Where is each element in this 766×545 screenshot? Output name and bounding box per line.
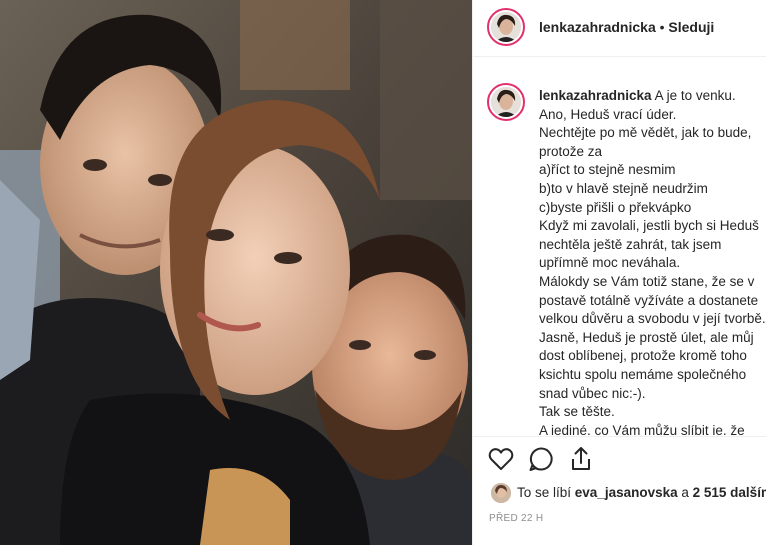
likes-count[interactable]: 2 515 dalším (693, 485, 766, 500)
post-actions: To se líbí eva_jasanovska a 2 515 dalším… (473, 436, 766, 545)
avatar-image (491, 12, 521, 42)
caption-line-text: A je to venku. (654, 88, 736, 103)
caption-line: a)říct to stejně nesmim (539, 162, 676, 178)
heart-icon[interactable] (487, 445, 515, 473)
caption-line: Tak se těšte. (539, 404, 615, 420)
caption-line: b)to v hlavě stejně neudržim (539, 180, 708, 196)
header-line: lenkazahradnicka • Sleduji (539, 19, 714, 35)
caption-line: Nechtějte po mě vědět, jak to bude, (539, 125, 752, 141)
likes-text: To se líbí eva_jasanovska a 2 515 dalším (517, 485, 766, 500)
post-sidebar: lenkazahradnicka • Sleduji lenkazahradni… (472, 0, 766, 545)
author-avatar[interactable] (487, 8, 525, 46)
caption-line: velkou důvěru a svobodu v její tvorbě. (539, 311, 766, 327)
caption-line: Jasně, Heduš je prostě úlet, ale můj (539, 329, 754, 345)
following-button[interactable]: Sleduji (668, 19, 714, 35)
avatar-image (491, 87, 521, 117)
share-icon[interactable] (567, 445, 595, 473)
caption-line: A jediné, co Vám můžu slíbit je, že (539, 422, 745, 435)
caption-line: protože za (539, 143, 603, 159)
caption-line: snad vůbec nic:-). (539, 385, 646, 401)
caption-line: lenkazahradnicka A je to venku. (539, 87, 766, 106)
instagram-post: lenkazahradnicka • Sleduji lenkazahradni… (0, 0, 766, 545)
caption-line: dost oblíbenej, protože kromě toho (539, 348, 747, 364)
caption-username[interactable]: lenkazahradnicka (539, 88, 652, 103)
caption-text: lenkazahradnicka A je to venku. Ano, Hed… (539, 87, 766, 435)
likes-prefix: To se líbí (517, 485, 575, 500)
liker-username[interactable]: eva_jasanovska (575, 485, 678, 500)
caption-line: ksichtu spolu nemáme společného (539, 366, 747, 382)
likes-conjunction: a (677, 485, 693, 500)
post-caption: lenkazahradnicka A je to venku. Ano, Hed… (473, 57, 766, 435)
comment-icon[interactable] (527, 445, 555, 473)
selfie-photo-illustration (0, 0, 472, 545)
caption-line: nechtěla ještě zahrát, tak jsem (539, 236, 722, 252)
caption-line: Málokdy se Vám totiž stane, že se v (539, 273, 755, 289)
post-header: lenkazahradnicka • Sleduji (473, 0, 766, 57)
caption-author-avatar[interactable] (487, 83, 525, 121)
post-photo[interactable] (0, 0, 472, 545)
caption-line: upřímně moc neváhala. (539, 255, 681, 271)
caption-line: c)byste přišli o překvápko (539, 199, 692, 215)
liker-avatar[interactable] (491, 483, 511, 503)
caption-line: Když mi zavolali, jestli bych si Heduš (539, 218, 759, 234)
caption-line: postavě totálně vyžíváte a dostanete (539, 292, 759, 308)
header-separator: • (659, 19, 665, 35)
post-timestamp[interactable]: PŘED 22 H (489, 513, 543, 524)
likes-summary: To se líbí eva_jasanovska a 2 515 dalším (491, 481, 766, 505)
author-username[interactable]: lenkazahradnicka (539, 19, 656, 35)
caption-line: Ano, Heduš vrací úder. (539, 106, 677, 122)
